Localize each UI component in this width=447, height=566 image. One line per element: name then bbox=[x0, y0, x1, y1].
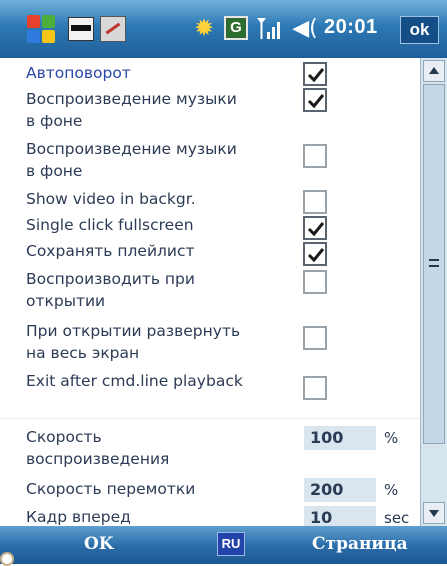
settings-list: Автоповорот Воспроизведение музыки в фон… bbox=[0, 58, 420, 526]
seek-speed-field[interactable]: 200 bbox=[304, 478, 376, 502]
setting-label-line2: открытии bbox=[26, 292, 106, 310]
right-softkey-page[interactable]: Страница bbox=[312, 534, 408, 554]
setting-label: Воспроизведение музыки bbox=[26, 90, 237, 108]
setting-label: Скорость bbox=[26, 428, 102, 446]
fullscreen-on-open-checkbox[interactable] bbox=[303, 326, 327, 350]
playback-speed-field[interactable]: 100 bbox=[304, 426, 376, 450]
sun-brightness-icon[interactable]: ✹ bbox=[190, 14, 218, 42]
setting-label: Воспроизводить при bbox=[26, 270, 195, 288]
setting-label: Single click fullscreen bbox=[26, 216, 194, 234]
setting-label-line2: на весь экран bbox=[26, 344, 140, 362]
setting-label: Exit after cmd.line playback bbox=[26, 372, 243, 390]
frame-forward-field[interactable]: 10 bbox=[304, 506, 376, 526]
setting-label: Автоповорот bbox=[26, 64, 131, 82]
setting-label: Кадр вперед bbox=[26, 508, 131, 526]
seek-speed-unit: % bbox=[384, 481, 399, 499]
clock[interactable]: 20:01 bbox=[324, 16, 378, 39]
vertical-scrollbar[interactable] bbox=[420, 58, 447, 526]
exit-after-cmd-checkbox[interactable] bbox=[303, 376, 327, 400]
playback-speed-unit: % bbox=[384, 429, 399, 447]
setting-label-line2: в фоне bbox=[26, 162, 83, 180]
divider bbox=[0, 418, 420, 419]
program-icon-2[interactable] bbox=[100, 16, 126, 42]
setting-label: Воспроизведение музыки bbox=[26, 140, 237, 158]
setting-label: Скорость перемотки bbox=[26, 480, 196, 498]
setting-label-line2: в фоне bbox=[26, 112, 83, 130]
bg-music-checkbox-2[interactable] bbox=[303, 144, 327, 168]
program-icon[interactable] bbox=[68, 17, 94, 41]
setting-label: При открытии развернуть bbox=[26, 322, 241, 340]
scroll-up-arrow-icon[interactable] bbox=[423, 60, 445, 82]
show-video-checkbox[interactable] bbox=[303, 190, 327, 214]
scroll-down-arrow-icon[interactable] bbox=[423, 502, 445, 524]
setting-label-line2: воспроизведения bbox=[26, 450, 170, 468]
speaker-icon[interactable]: ◀( bbox=[290, 14, 320, 44]
ok-button[interactable]: ok bbox=[400, 16, 439, 44]
start-flag-icon[interactable] bbox=[26, 14, 56, 44]
single-click-fullscreen-checkbox[interactable] bbox=[303, 216, 327, 240]
scroll-thumb[interactable] bbox=[423, 84, 445, 444]
save-playlist-checkbox[interactable] bbox=[303, 242, 327, 266]
signal-icon[interactable] bbox=[254, 14, 284, 44]
play-on-open-checkbox[interactable] bbox=[303, 270, 327, 294]
status-bar: ✹ G ◀( 20:01 ok bbox=[0, 0, 447, 58]
bg-music-checkbox-1[interactable] bbox=[303, 88, 327, 112]
grip-icon bbox=[429, 259, 439, 267]
g-network-icon[interactable]: G bbox=[224, 16, 248, 40]
input-language-button[interactable]: RU bbox=[217, 532, 245, 556]
frame-forward-unit: sec bbox=[384, 509, 410, 526]
setting-label: Сохранять плейлист bbox=[26, 242, 195, 260]
softkey-bar: OK RU Страница bbox=[0, 526, 447, 564]
autorotate-checkbox[interactable] bbox=[303, 62, 327, 86]
left-softkey-ok[interactable]: OK bbox=[84, 534, 114, 554]
setting-label: Show video in backgr. bbox=[26, 190, 196, 208]
